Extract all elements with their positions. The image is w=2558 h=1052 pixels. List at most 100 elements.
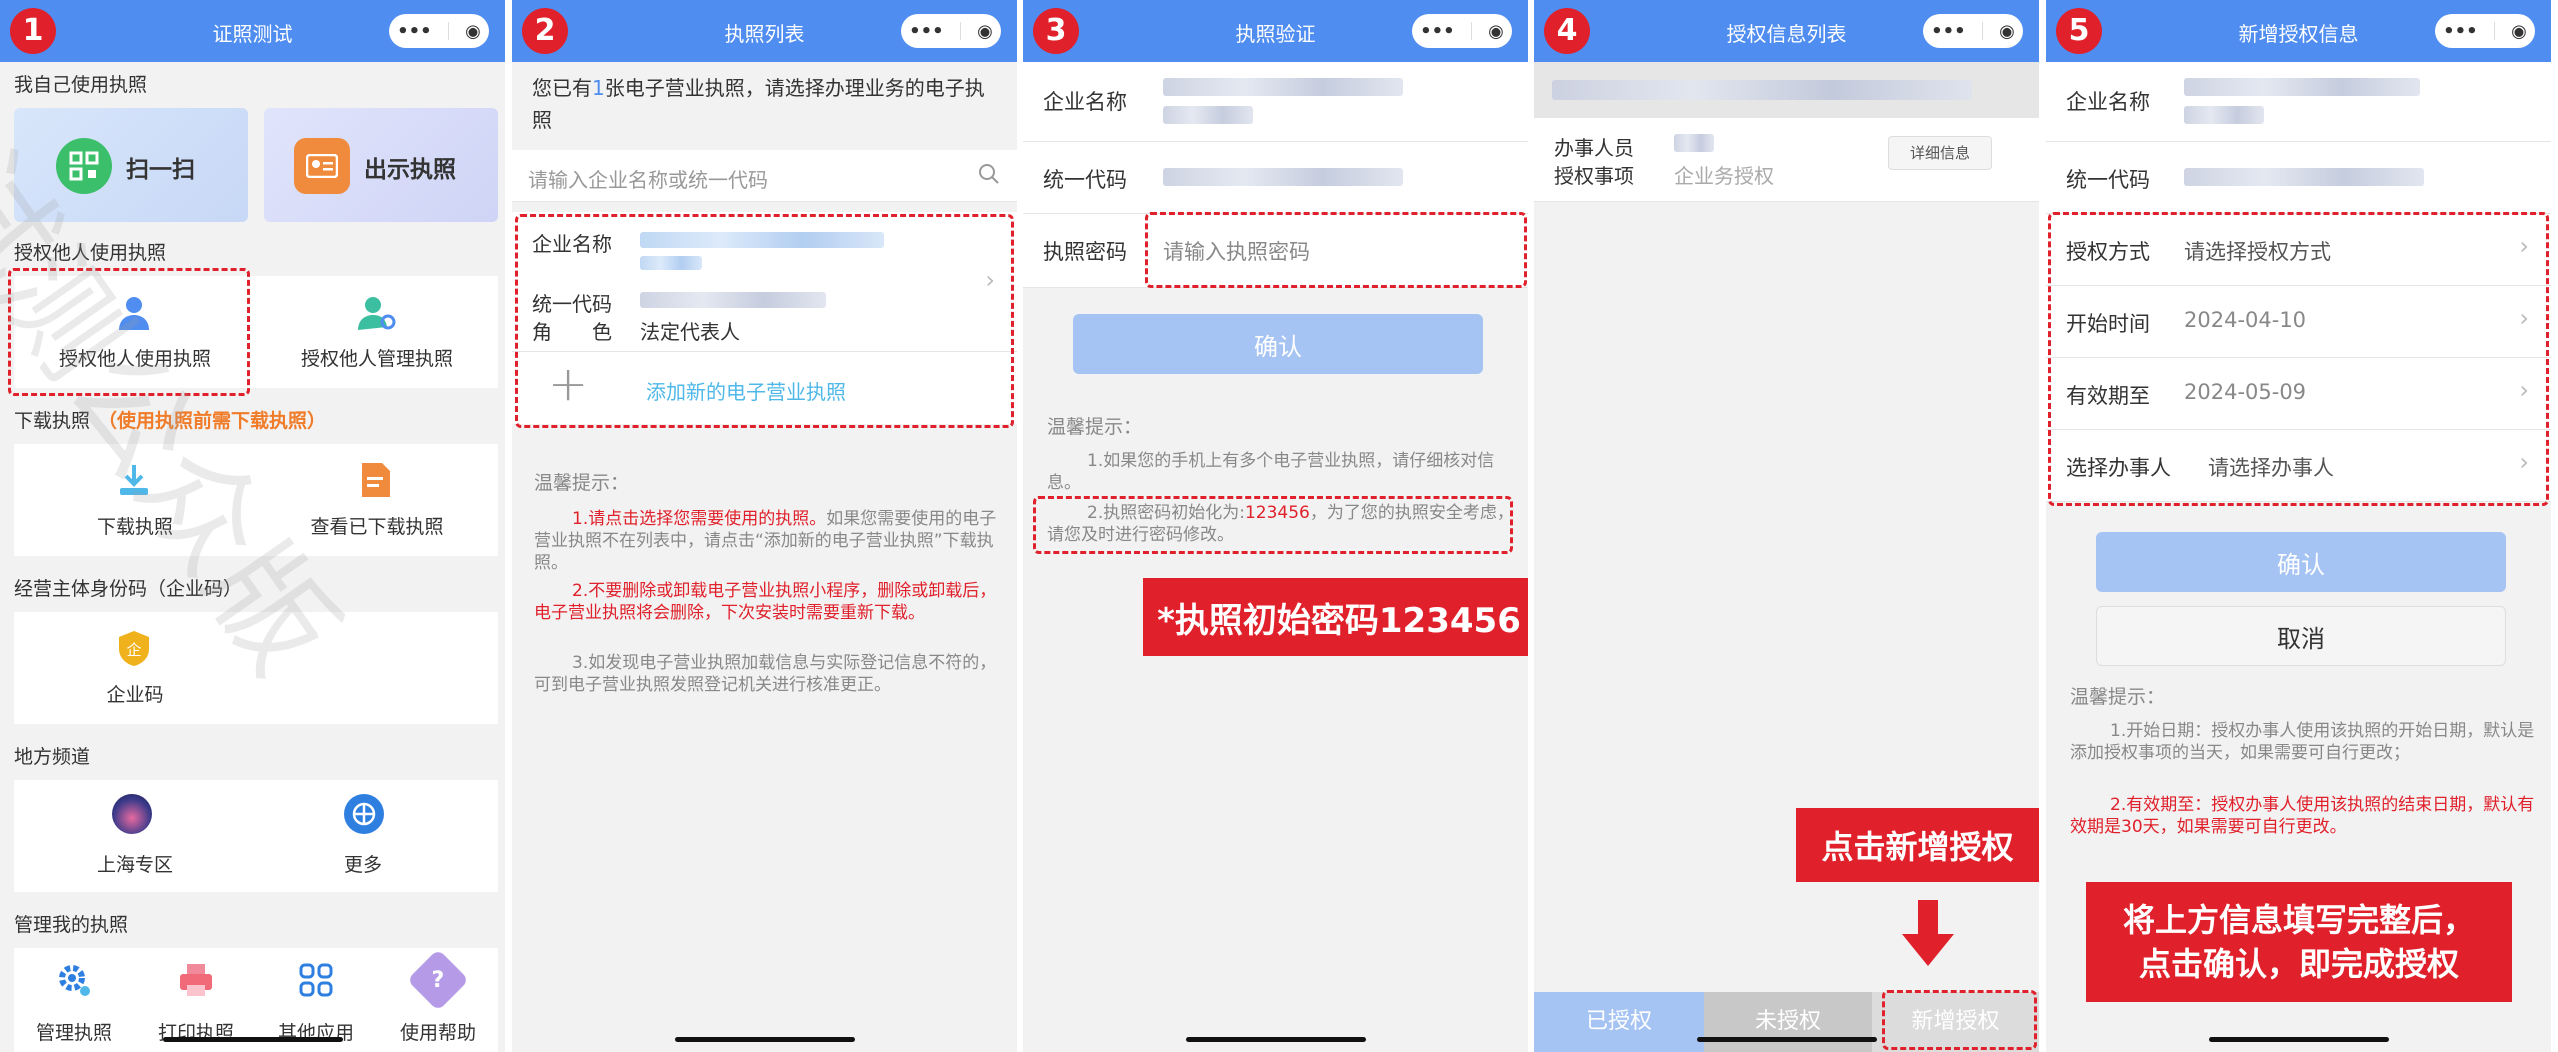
highlight-box	[8, 268, 250, 396]
help-button[interactable]: 使用帮助	[378, 1018, 498, 1045]
show-license-button[interactable]: 出示执照	[264, 108, 498, 222]
company-row: 企业名称	[1023, 62, 1528, 142]
manage-license-button[interactable]: 管理执照	[14, 1018, 134, 1045]
more-icon[interactable]: •••	[909, 21, 944, 42]
tip-1: 1.请点击选择您需要使用的执照。如果您需要使用的电子营业执照不在列表中，请点击“…	[534, 509, 997, 573]
license-card-icon	[294, 138, 350, 194]
home-indicator	[162, 1037, 343, 1042]
search-bar[interactable]: 请输入企业名称或统一代码	[512, 150, 1017, 202]
nav-bar: 1 证照测试 ••• ◉	[0, 0, 505, 62]
panel-home: 1 证照测试 ••• ◉ 我自己使用执照 扫一扫 出示执照 授权他人使用执照 授权…	[0, 0, 505, 1052]
license-count-notice: 您已有1张电子营业执照，请选择办理业务的电子执照	[532, 76, 985, 132]
enterprise-code-button[interactable]: 企业码	[14, 680, 256, 707]
more-icon[interactable]: •••	[1931, 21, 1966, 42]
scan-button[interactable]: 扫一扫	[14, 108, 248, 222]
tips-title: 温馨提示：	[1047, 416, 1143, 438]
mini-program-capsule[interactable]: ••• ◉	[2435, 14, 2535, 48]
printer-icon	[174, 958, 218, 1002]
more-button[interactable]: 更多	[242, 850, 484, 877]
search-input[interactable]: 请输入企业名称或统一代码	[528, 164, 768, 193]
confirm-button[interactable]: 确认	[1073, 314, 1483, 374]
download-card	[14, 444, 498, 556]
section-title-self: 我自己使用执照	[14, 74, 148, 96]
scan-label: 扫一扫	[126, 157, 195, 183]
tip-1: 1.如果您的手机上有多个电子营业执照，请仔细核对信息。	[1047, 451, 1495, 493]
agent-name-blurred	[1674, 134, 1714, 152]
matter-value: 企业务授权	[1674, 164, 1774, 188]
tip-3: 3.如发现电子营业执照加载信息与实际登记信息不符的，可到电子营业执照发照登记机关…	[534, 653, 997, 695]
shanghai-skyline-icon	[112, 794, 152, 834]
home-indicator	[674, 1037, 855, 1042]
confirm-button[interactable]: 确认	[2096, 532, 2506, 592]
agent-label: 办事人员	[1554, 136, 1634, 160]
nav-bar: 2 执照列表 ••• ◉	[512, 0, 1017, 62]
detail-button[interactable]: 详细信息	[1888, 136, 1992, 170]
company-header	[1534, 62, 2039, 118]
shanghai-zone-button[interactable]: 上海专区	[14, 850, 256, 877]
code-row: 统一代码	[1023, 142, 1528, 214]
panel-new-authorization: 5 新增授权信息 ••• ◉ 企业名称 统一代码 授权方式 请选择授权方式 › 开…	[2046, 0, 2551, 1052]
company-name-blurred	[2184, 78, 2420, 96]
more-grid-icon	[344, 794, 384, 834]
annotation-banner: *执照初始密码123456	[1143, 578, 1528, 656]
close-icon[interactable]: ◉	[465, 21, 481, 42]
authorization-item[interactable]: 办事人员 授权事项 企业务授权 详细信息	[1534, 118, 2039, 202]
matter-label: 授权事项	[1554, 164, 1634, 188]
code-label: 统一代码	[2066, 168, 2150, 192]
qr-scan-icon	[56, 138, 112, 194]
tip-2: 2.有效期至：授权办事人使用该执照的结束日期，默认有效期是30天，如果需要可自行…	[2070, 795, 2535, 837]
highlight-box	[1145, 212, 1527, 288]
nav-bar: 5 新增授权信息 ••• ◉	[2046, 0, 2551, 62]
close-icon[interactable]: ◉	[1999, 21, 2015, 42]
mini-program-capsule[interactable]: ••• ◉	[389, 14, 489, 48]
more-icon[interactable]: •••	[1420, 21, 1455, 42]
company-label: 企业名称	[1043, 90, 1127, 114]
person-manage-icon	[354, 290, 398, 334]
close-icon[interactable]: ◉	[2511, 21, 2527, 42]
close-icon[interactable]: ◉	[977, 21, 993, 42]
highlight-box	[515, 214, 1014, 428]
more-icon[interactable]: •••	[397, 21, 432, 42]
company-label: 企业名称	[2066, 90, 2150, 114]
company-name-blurred	[1552, 80, 1972, 100]
cancel-button[interactable]: 取消	[2096, 606, 2506, 666]
downloaded-doc-icon	[354, 458, 398, 502]
panel-license-verify: 3 执照验证 ••• ◉ 企业名称 统一代码 执照密码 请输入执照密码 确认 温馨…	[1023, 0, 1528, 1052]
section-title-authorize: 授权他人使用执照	[14, 242, 167, 264]
panel-license-list: 2 执照列表 ••• ◉ 您已有1张电子营业执照，请选择办理业务的电子执照 请输入…	[512, 0, 1017, 1052]
highlight-box	[2048, 212, 2549, 506]
apps-grid-icon	[294, 958, 338, 1002]
tips-title: 温馨提示：	[2070, 686, 2166, 708]
svg-text:企: 企	[126, 641, 141, 659]
home-indicator	[2208, 1037, 2389, 1042]
section-title-manage: 管理我的执照	[14, 914, 129, 936]
mini-program-capsule[interactable]: ••• ◉	[1412, 14, 1512, 48]
tab-authorized[interactable]: 已授权	[1534, 992, 1704, 1052]
more-icon[interactable]: •••	[2443, 21, 2478, 42]
password-label: 执照密码	[1043, 240, 1127, 264]
annotation-banner: 将上方信息填写完整后， 点击确认，即完成授权	[2086, 882, 2512, 1002]
tips-title: 温馨提示：	[534, 472, 630, 494]
code-label: 统一代码	[1043, 168, 1127, 192]
mini-program-capsule[interactable]: ••• ◉	[901, 14, 1001, 48]
highlight-box	[1882, 990, 2037, 1050]
show-license-label: 出示执照	[364, 157, 456, 183]
authorize-manage-button[interactable]: 授权他人管理执照	[256, 344, 498, 371]
company-row: 企业名称	[2046, 62, 2551, 142]
search-icon[interactable]	[977, 162, 1001, 190]
tip-1: 1.开始日期：授权办事人使用该执照的开始日期，默认是添加授权事项的当天，如果需要…	[2070, 721, 2535, 763]
section-title-local: 地方频道	[14, 746, 91, 768]
nav-bar: 3 执照验证 ••• ◉	[1023, 0, 1528, 62]
code-blurred	[2184, 168, 2424, 186]
panel-authorization-list: 4 授权信息列表 ••• ◉ 办事人员 授权事项 企业务授权 详细信息 点击新增授…	[1534, 0, 2039, 1052]
tab-unauthorized[interactable]: 未授权	[1704, 992, 1872, 1052]
section-title-code: 经营主体身份码（企业码）	[14, 578, 243, 600]
view-downloaded-button[interactable]: 查看已下载执照	[256, 512, 498, 539]
mini-program-capsule[interactable]: ••• ◉	[1923, 14, 2023, 48]
annotation-banner: 点击新增授权	[1796, 808, 2039, 882]
gear-icon	[52, 958, 96, 1002]
download-license-button[interactable]: 下载执照	[14, 512, 256, 539]
enterprise-code-icon: 企	[112, 626, 156, 670]
home-indicator	[1185, 1037, 1366, 1042]
close-icon[interactable]: ◉	[1488, 21, 1504, 42]
